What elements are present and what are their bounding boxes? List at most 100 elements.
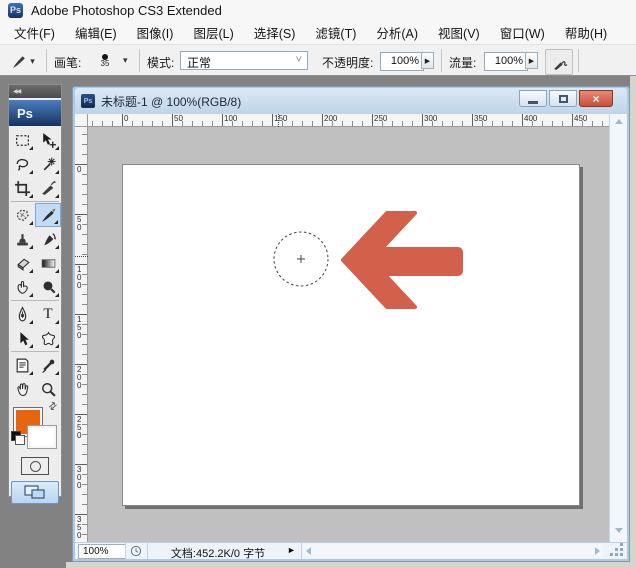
blend-mode-select[interactable]: 正常 ˅ — [180, 51, 308, 70]
lasso-tool[interactable] — [9, 152, 35, 176]
notes-tool[interactable] — [9, 353, 35, 377]
tool-preset-picker[interactable]: ▾ — [6, 49, 40, 73]
horizontal-scrollbar[interactable] — [303, 544, 603, 558]
tools-panel: ◀◀ Ps — [8, 84, 62, 497]
collapse-panel-icon: ◀◀ — [13, 88, 20, 95]
crop-icon — [14, 180, 31, 197]
brush-dropdown-arrow-icon[interactable]: ▾ — [123, 55, 128, 66]
menu-filter[interactable]: 滤镜(T) — [305, 20, 366, 45]
move-icon — [40, 132, 57, 149]
document-content: 0 50 100 150 200 250 300 350 400 450 0 5… — [75, 114, 627, 543]
flow-spinner[interactable]: ▶ — [525, 52, 538, 69]
canvas-viewport — [88, 127, 610, 543]
vertical-scrollbar[interactable] — [609, 114, 627, 543]
maximize-button[interactable] — [549, 90, 577, 107]
status-flyout-button[interactable]: ► — [287, 545, 296, 555]
magic-wand-tool[interactable] — [35, 152, 61, 176]
healing-patch-tool[interactable] — [9, 203, 35, 227]
scroll-right-icon[interactable] — [595, 547, 600, 555]
ruler-label: 50 — [77, 216, 84, 232]
swap-colors-icon[interactable]: ⇄ — [46, 400, 59, 414]
screen-mode-button[interactable] — [11, 481, 59, 504]
opacity-label: 不透明度: — [322, 54, 373, 71]
ruler-label: 150 — [274, 115, 287, 123]
ruler-label: 250 — [77, 416, 84, 440]
screen-mode-icon — [24, 485, 46, 500]
menu-analysis[interactable]: 分析(A) — [366, 20, 428, 45]
maximize-icon — [559, 95, 568, 103]
menu-layer[interactable]: 图层(L) — [183, 20, 243, 45]
ruler-label: 0 — [124, 115, 128, 123]
ps-logo: Ps — [9, 100, 61, 126]
lasso-icon — [14, 156, 31, 173]
select-arrow-icon: ˅ — [296, 54, 302, 66]
scroll-left-icon[interactable] — [306, 547, 311, 555]
flow-input[interactable]: 100% — [484, 52, 528, 71]
hand-tool[interactable] — [9, 377, 35, 401]
brush-tool[interactable] — [35, 203, 61, 227]
brush-preset-preview[interactable]: 35 — [92, 49, 118, 73]
move-tool[interactable] — [35, 128, 61, 152]
document-status-bar: 100% 文档:452.2K/0 字节 ► — [75, 542, 627, 559]
divider — [301, 543, 302, 559]
version-cue-status-icon[interactable] — [130, 545, 142, 557]
path-selection-tool[interactable] — [9, 326, 35, 350]
blend-mode-value: 正常 — [187, 56, 211, 70]
tool-group-divider — [11, 300, 59, 301]
close-button[interactable]: × — [579, 90, 613, 107]
brush-size-value: 35 — [101, 60, 110, 68]
opacity-spinner[interactable]: ▶ — [421, 52, 434, 69]
menu-edit[interactable]: 编辑(E) — [65, 20, 127, 45]
scroll-up-icon[interactable] — [615, 119, 623, 124]
menu-window[interactable]: 窗口(W) — [490, 20, 555, 45]
ruler-label: 350 — [77, 516, 84, 540]
clone-stamp-tool[interactable] — [9, 227, 35, 251]
airbrush-toggle[interactable] — [545, 49, 573, 75]
document-title-bar[interactable]: Ps 未标题-1 @ 100%(RGB/8) × — [75, 88, 627, 114]
history-brush-icon — [40, 231, 57, 248]
scroll-down-icon[interactable] — [615, 528, 623, 533]
airbrush-icon — [551, 54, 568, 71]
custom-shape-tool[interactable] — [35, 326, 61, 350]
vertical-ruler[interactable]: 0 50 100 150 200 250 300 350 — [75, 127, 88, 543]
minimize-icon — [528, 101, 538, 104]
canvas[interactable] — [122, 164, 580, 506]
background-color-swatch[interactable] — [27, 425, 57, 449]
pen-tool[interactable] — [9, 302, 35, 326]
default-white-swatch — [15, 435, 25, 445]
ruler-origin-corner[interactable] — [75, 114, 88, 127]
menu-select[interactable]: 选择(S) — [244, 20, 306, 45]
menu-help[interactable]: 帮助(H) — [555, 20, 617, 45]
gradient-tool[interactable] — [35, 251, 61, 275]
menu-file[interactable]: 文件(F) — [4, 20, 65, 45]
ruler-label: 450 — [574, 115, 587, 123]
tool-group-divider — [11, 201, 59, 202]
zoom-tool[interactable] — [35, 377, 61, 401]
horizontal-ruler[interactable]: 0 50 100 150 200 250 300 350 400 450 — [88, 114, 610, 127]
tool-group-divider — [11, 351, 59, 352]
menu-image[interactable]: 图像(I) — [127, 20, 184, 45]
quick-mask-button[interactable] — [21, 457, 49, 475]
eraser-icon — [14, 255, 31, 272]
default-colors-icon[interactable] — [11, 431, 24, 443]
slice-tool[interactable] — [35, 176, 61, 200]
minimize-button[interactable] — [519, 90, 547, 107]
history-brush-tool[interactable] — [35, 227, 61, 251]
menu-view[interactable]: 视图(V) — [428, 20, 490, 45]
rectangular-marquee-tool[interactable] — [9, 128, 35, 152]
eyedropper-tool[interactable] — [35, 353, 61, 377]
dodge-tool[interactable] — [35, 275, 61, 299]
type-tool[interactable]: T — [35, 302, 61, 326]
resize-grip[interactable] — [620, 553, 623, 556]
close-icon: × — [592, 93, 599, 105]
opacity-input[interactable]: 100% — [380, 52, 424, 71]
tools-panel-header[interactable]: ◀◀ — [9, 85, 61, 98]
smudge-tool[interactable] — [9, 275, 35, 299]
type-icon: T — [43, 307, 52, 322]
photoshop-window: Ps Adobe Photoshop CS3 Extended 文件(F) 编辑… — [0, 0, 636, 568]
zoom-level-input[interactable]: 100% — [78, 544, 126, 559]
marquee-icon — [14, 132, 31, 149]
tool-options-bar: ▾ 画笔: 35 ▾ 模式: 正常 ˅ 不透明度: 100% ▶ 流量: 100… — [0, 44, 636, 76]
crop-tool[interactable] — [9, 176, 35, 200]
eraser-tool[interactable] — [9, 251, 35, 275]
